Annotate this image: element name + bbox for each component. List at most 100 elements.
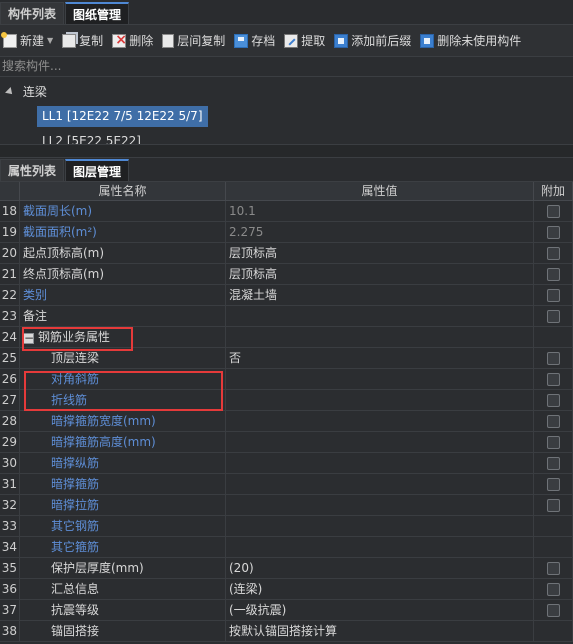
new-button[interactable]: 新建 ▼: [1, 31, 53, 49]
table-row[interactable]: 30 暗撑纵筋: [0, 453, 573, 474]
property-name: 暗撑拉筋: [20, 495, 226, 515]
row-number: 32: [0, 495, 20, 515]
tab-layer-management[interactable]: 图层管理: [65, 159, 130, 181]
attach-checkbox[interactable]: [546, 372, 560, 386]
attach-checkbox[interactable]: [546, 477, 560, 491]
property-value[interactable]: [226, 306, 534, 326]
table-row[interactable]: 23 备注: [0, 306, 573, 327]
row-number: 31: [0, 474, 20, 494]
property-value[interactable]: [226, 537, 534, 557]
property-name: 暗撑箍筋: [20, 474, 226, 494]
delete-label: 删除: [129, 34, 154, 48]
highlight-box-rebar-properties: [22, 327, 133, 351]
property-value[interactable]: 层顶标高: [226, 264, 534, 284]
property-value[interactable]: [226, 453, 534, 473]
table-row[interactable]: 36 汇总信息 (连梁): [0, 579, 573, 600]
row-number: 24: [0, 327, 20, 347]
add-prefix-button[interactable]: 添加前后缀: [334, 32, 411, 49]
tab-property-list[interactable]: 属性列表: [0, 159, 65, 181]
table-row[interactable]: 25 顶层连梁 否: [0, 348, 573, 369]
remove-unused-button[interactable]: 删除未使用构件: [420, 32, 521, 49]
property-value[interactable]: 2.275: [226, 222, 534, 242]
copy-icon: [62, 33, 77, 48]
table-row[interactable]: 19 截面面积(m²) 2.275: [0, 222, 573, 243]
attach-checkbox[interactable]: [546, 603, 560, 617]
property-name: 其它钢筋: [20, 516, 226, 536]
property-value[interactable]: [226, 369, 534, 389]
floor-copy-label: 层间复制: [177, 34, 226, 48]
property-value[interactable]: [226, 432, 534, 452]
tab-drawing-management[interactable]: 图纸管理: [65, 2, 130, 24]
property-name: 暗撑箍筋宽度(mm): [20, 411, 226, 431]
table-row[interactable]: 21 终点顶标高(m) 层顶标高: [0, 264, 573, 285]
table-row[interactable]: 32 暗撑拉筋: [0, 495, 573, 516]
highlight-box-diagonal-rebars: [24, 371, 223, 411]
table-row[interactable]: 33 其它钢筋: [0, 516, 573, 537]
delete-button[interactable]: 删除: [112, 32, 153, 49]
row-number: 33: [0, 516, 20, 536]
property-value[interactable]: 按默认锚固搭接计算: [226, 621, 534, 641]
attach-checkbox[interactable]: [546, 456, 560, 470]
table-row[interactable]: 34 其它箍筋: [0, 537, 573, 558]
tree-node-lianliang[interactable]: 连梁: [5, 83, 47, 100]
property-value[interactable]: 10.1: [226, 201, 534, 221]
attach-checkbox[interactable]: [546, 309, 560, 323]
attach-checkbox[interactable]: [546, 498, 560, 512]
property-value[interactable]: [226, 411, 534, 431]
property-value[interactable]: (连梁): [226, 579, 534, 599]
panel-splitter[interactable]: [0, 144, 573, 158]
chevron-down-icon[interactable]: ▼: [47, 36, 53, 45]
tree-expand-icon[interactable]: [5, 87, 15, 97]
row-number: 38: [0, 621, 20, 641]
attach-checkbox[interactable]: [546, 351, 560, 365]
save-label: 存档: [251, 34, 276, 48]
row-number: 18: [0, 201, 20, 221]
remove-unused-icon: [420, 33, 435, 48]
floor-copy-button[interactable]: 层间复制: [162, 32, 225, 49]
property-name: 保护层厚度(mm): [20, 558, 226, 578]
property-value[interactable]: (一级抗震): [226, 600, 534, 620]
attach-checkbox[interactable]: [546, 246, 560, 260]
attach-checkbox[interactable]: [546, 414, 560, 428]
table-row[interactable]: 37 抗震等级 (一级抗震): [0, 600, 573, 621]
property-value[interactable]: [226, 390, 534, 410]
attach-checkbox[interactable]: [546, 435, 560, 449]
table-row[interactable]: 18 截面周长(m) 10.1: [0, 201, 573, 222]
property-value[interactable]: [226, 474, 534, 494]
copy-button[interactable]: 复制: [62, 32, 103, 49]
property-value[interactable]: 否: [226, 348, 534, 368]
table-row[interactable]: 38 锚固搭接 按默认锚固搭接计算: [0, 621, 573, 642]
attach-checkbox[interactable]: [546, 267, 560, 281]
save-icon: [234, 33, 249, 48]
save-button[interactable]: 存档: [234, 32, 275, 49]
table-row[interactable]: 22 类别 混凝土墙: [0, 285, 573, 306]
table-row[interactable]: 28 暗撑箍筋宽度(mm): [0, 411, 573, 432]
row-number: 20: [0, 243, 20, 263]
property-value[interactable]: (20): [226, 558, 534, 578]
attach-checkbox[interactable]: [546, 582, 560, 596]
attach-checkbox[interactable]: [546, 204, 560, 218]
table-row[interactable]: 29 暗撑箍筋高度(mm): [0, 432, 573, 453]
table-row[interactable]: 20 起点顶标高(m) 层顶标高: [0, 243, 573, 264]
attach-checkbox[interactable]: [546, 225, 560, 239]
add-prefix-label: 添加前后缀: [351, 34, 412, 48]
attach-checkbox[interactable]: [546, 288, 560, 302]
property-name: 终点顶标高(m): [20, 264, 226, 284]
property-name: 暗撑箍筋高度(mm): [20, 432, 226, 452]
property-tab-bar: 属性列表 图层管理: [0, 158, 573, 182]
attach-checkbox[interactable]: [546, 393, 560, 407]
attach-checkbox[interactable]: [546, 561, 560, 575]
new-icon: [1, 31, 17, 48]
property-value[interactable]: 层顶标高: [226, 243, 534, 263]
property-value[interactable]: [226, 516, 534, 536]
table-row[interactable]: 31 暗撑箍筋: [0, 474, 573, 495]
tab-component-list[interactable]: 构件列表: [0, 2, 65, 24]
tree-item-ll1[interactable]: LL1 [12E22 7/5 12E22 5/7]: [37, 106, 208, 127]
search-input[interactable]: 搜索构件...: [0, 57, 573, 77]
property-value[interactable]: 混凝土墙: [226, 285, 534, 305]
table-row[interactable]: 35 保护层厚度(mm) (20): [0, 558, 573, 579]
extract-button[interactable]: 提取: [284, 32, 325, 49]
property-name: 锚固搭接: [20, 621, 226, 641]
delete-icon: [112, 32, 127, 48]
property-value[interactable]: [226, 495, 534, 515]
